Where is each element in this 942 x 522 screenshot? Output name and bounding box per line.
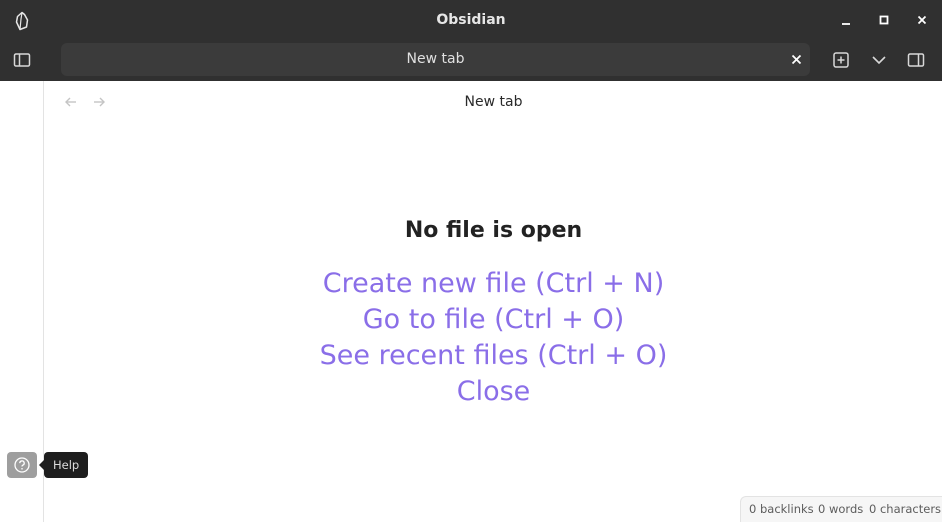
status-character-count: 0 characters <box>869 502 942 516</box>
tab-label: New tab <box>406 51 465 67</box>
status-bar: 0 backlinks 0 words 0 characters <box>740 496 942 522</box>
close-icon[interactable] <box>914 12 930 28</box>
empty-state: No file is open Create new file (Ctrl + … <box>45 210 942 410</box>
help-circle-icon <box>14 457 30 473</box>
sidebar-right-icon[interactable] <box>906 50 926 70</box>
tab-bar: New tab <box>0 40 942 81</box>
empty-state-title: No file is open <box>404 218 583 243</box>
status-word-count: 0 words <box>818 502 864 516</box>
close-link[interactable]: Close <box>45 374 942 410</box>
create-new-file-link[interactable]: Create new file (Ctrl + N) <box>45 266 942 302</box>
go-to-file-link[interactable]: Go to file (Ctrl + O) <box>45 302 942 338</box>
title-bar: Obsidian <box>0 0 942 40</box>
view-title: New tab <box>464 94 523 110</box>
help-tooltip: Help <box>44 452 89 478</box>
left-ribbon <box>0 81 44 522</box>
status-backlinks[interactable]: 0 backlinks <box>749 497 814 521</box>
help-button[interactable] <box>7 452 37 478</box>
tab-new-tab[interactable]: New tab <box>61 43 810 76</box>
window-title: Obsidian <box>436 12 506 28</box>
sidebar-left-icon[interactable] <box>12 50 32 70</box>
empty-state-actions: Create new file (Ctrl + N) Go to file (C… <box>45 266 942 410</box>
plus-square-icon[interactable] <box>831 50 851 70</box>
view-header: New tab <box>45 81 942 123</box>
minimize-icon[interactable] <box>838 12 854 28</box>
chevron-down-icon[interactable] <box>869 50 889 70</box>
maximize-icon[interactable] <box>876 12 892 28</box>
app-window: Obsidian New tab Help New tab No file is… <box>0 0 942 522</box>
close-icon[interactable] <box>789 52 804 67</box>
see-recent-files-link[interactable]: See recent files (Ctrl + O) <box>45 338 942 374</box>
